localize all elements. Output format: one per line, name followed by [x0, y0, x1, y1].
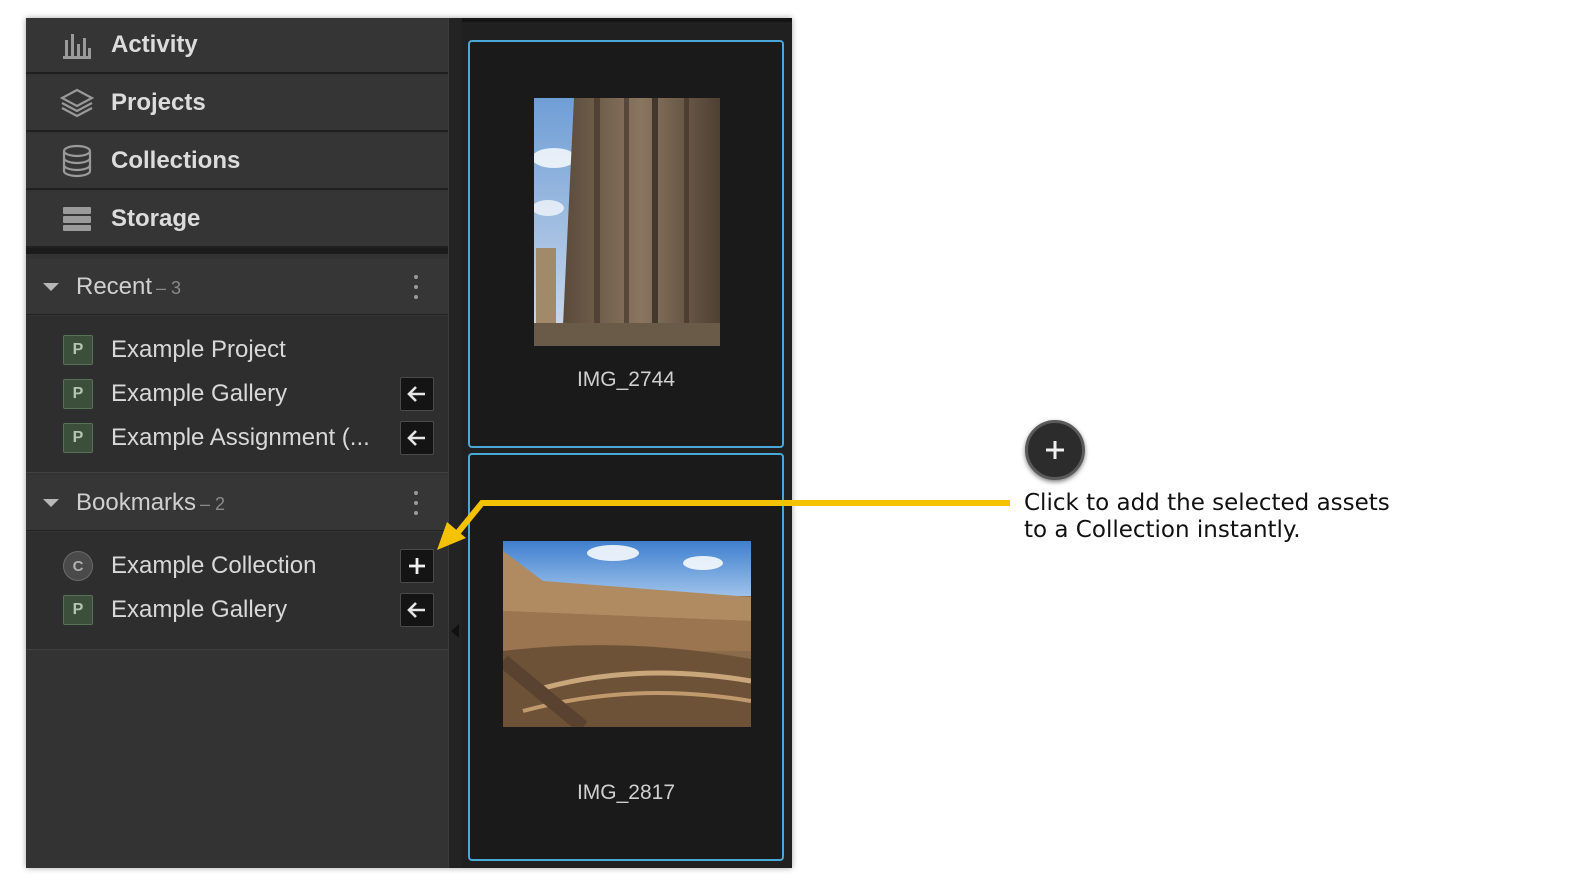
callout-line-2: to a Collection instantly.: [1024, 517, 1301, 543]
callout-arrow: [437, 500, 1010, 550]
callout-line-1: Click to add the selected assets: [1024, 490, 1390, 516]
callout-text: Click to add the selected assets to a Co…: [1024, 490, 1390, 544]
